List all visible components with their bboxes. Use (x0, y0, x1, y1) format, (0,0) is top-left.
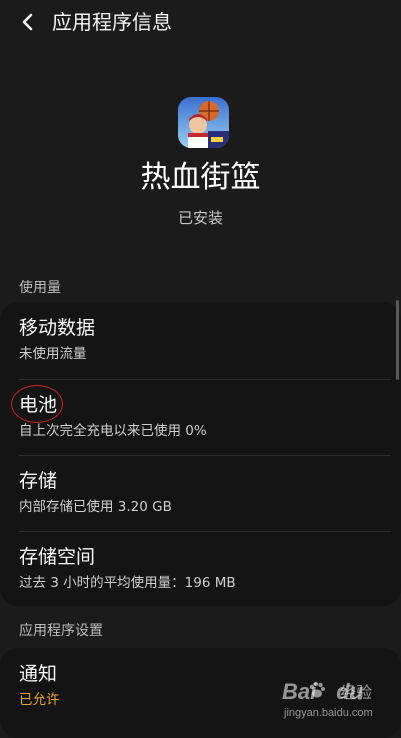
usage-item-label: 存储 (19, 470, 58, 492)
settings-item-notifications[interactable]: 通知 已允许 (0, 648, 401, 724)
basketball-game-app-icon (178, 97, 229, 148)
usage-item-detail: 过去 3 小时的平均使用量：196 MB (19, 575, 236, 591)
section-label-usage: 使用量 (19, 280, 61, 296)
chevron-left-icon (22, 13, 33, 31)
usage-item-detail: 自上次完全充电以来已使用 0% (19, 423, 207, 439)
usage-item-label: 移动数据 (19, 317, 96, 339)
annotation-circle (11, 385, 63, 423)
settings-item-label: 通知 (19, 663, 58, 685)
usage-item-storage[interactable]: 存储 内部存储已使用 3.20 GB (0, 455, 401, 531)
usage-card: 移动数据 未使用流量 电池 自上次完全充电以来已使用 0% 存储 内部存储已使用… (0, 302, 401, 606)
app-bar: 应用程序信息 (0, 0, 401, 44)
scrollbar[interactable] (396, 300, 399, 380)
page-title: 应用程序信息 (52, 10, 172, 34)
back-button[interactable] (14, 8, 42, 36)
settings-item-detail: 已允许 (19, 692, 60, 708)
usage-item-battery[interactable]: 电池 自上次完全充电以来已使用 0% (0, 379, 401, 455)
usage-item-detail: 内部存储已使用 3.20 GB (19, 499, 172, 515)
usage-item-label: 存储空间 (19, 546, 96, 568)
usage-item-mobile-data[interactable]: 移动数据 未使用流量 (0, 302, 401, 378)
app-icon (178, 97, 229, 148)
app-install-status: 已安装 (177, 209, 223, 227)
usage-item-memory[interactable]: 存储空间 过去 3 小时的平均使用量：196 MB (0, 531, 401, 607)
app-name: 热血街篮 (140, 160, 261, 195)
section-label-app-settings: 应用程序设置 (19, 623, 103, 639)
usage-item-detail: 未使用流量 (19, 346, 87, 362)
